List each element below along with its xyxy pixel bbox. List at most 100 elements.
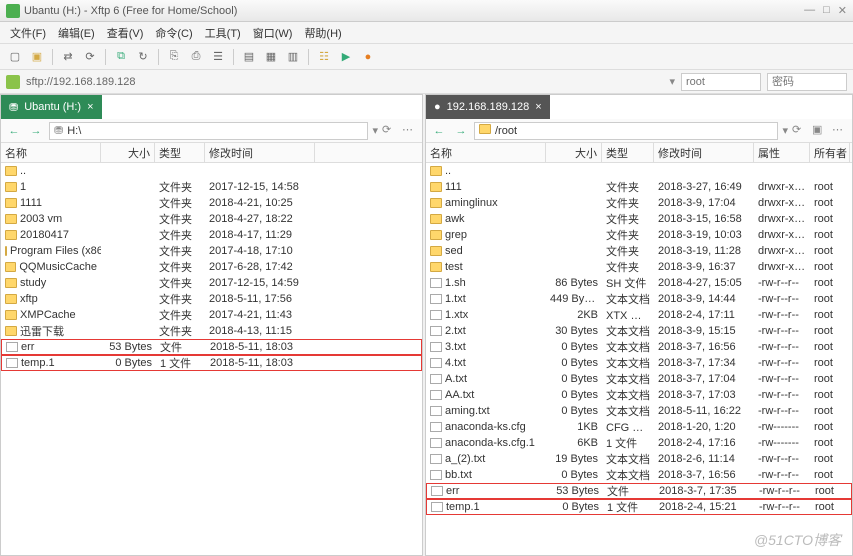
list-item[interactable]: QQMusicCache文件夹2017-6-28, 17:42 <box>1 259 422 275</box>
list-item[interactable]: 1文件夹2017-12-15, 14:58 <box>1 179 422 195</box>
list-item[interactable]: err53 Bytes文件2018-3-7, 17:35-rw-r--r--ro… <box>426 483 852 499</box>
list-item[interactable]: anaconda-ks.cfg.16KB1 文件2018-2-4, 17:16-… <box>426 435 852 451</box>
folder-icon <box>479 124 491 137</box>
list-item[interactable]: 1.sh86 BytesSH 文件2018-4-27, 15:05-rw-r--… <box>426 275 852 291</box>
run-icon[interactable]: ▶ <box>337 48 355 66</box>
list-item[interactable]: test文件夹2018-3-9, 16:37drwxr-xr-xroot <box>426 259 852 275</box>
list-item[interactable]: temp.10 Bytes1 文件2018-2-4, 15:21-rw-r--r… <box>426 499 852 515</box>
local-path-field[interactable]: ⛃ H:\ <box>49 122 368 140</box>
path-text: /root <box>495 125 517 137</box>
menu-window[interactable]: 窗口(W) <box>247 25 299 41</box>
view1-icon[interactable]: ▤ <box>240 48 258 66</box>
sync-icon[interactable]: ↻ <box>134 48 152 66</box>
menu-help[interactable]: 帮助(H) <box>298 25 347 41</box>
list-item[interactable]: 1.xtx2KBXTX 文件2018-2-4, 17:11-rw-r--r--r… <box>426 307 852 323</box>
remote-tab[interactable]: ● 192.168.189.128 × <box>426 95 550 119</box>
list-item[interactable]: sed文件夹2018-3-19, 11:28drwxr-xr-xroot <box>426 243 852 259</box>
col-type[interactable]: 类型 <box>155 143 205 162</box>
minimize-button[interactable]: — <box>804 4 815 17</box>
local-tab[interactable]: ⛃ Ubantu (H:) × <box>1 95 102 119</box>
list-item[interactable]: .. <box>426 163 852 179</box>
list-item[interactable]: A.txt0 Bytes文本文档2018-3-7, 17:04-rw-r--r-… <box>426 371 852 387</box>
close-tab-icon[interactable]: × <box>535 101 541 113</box>
local-columns: 名称 大小 类型 修改时间 <box>1 143 422 163</box>
new-icon[interactable]: ▢ <box>6 48 24 66</box>
remote-file-list[interactable]: ..111文件夹2018-3-27, 16:49drwxr-xr-xrootam… <box>426 163 852 555</box>
col-perm[interactable]: 属性 <box>754 143 810 162</box>
list-item[interactable]: .. <box>1 163 422 179</box>
list-item[interactable]: a_(2).txt19 Bytes文本文档2018-2-6, 11:14-rw-… <box>426 451 852 467</box>
list-item[interactable]: err53 Bytes文件2018-5-11, 18:03 <box>1 339 422 355</box>
col-owner[interactable]: 所有者 <box>810 143 850 162</box>
list-item[interactable]: xftp文件夹2018-5-11, 17:56 <box>1 291 422 307</box>
back-icon[interactable]: ← <box>5 122 23 140</box>
list-item[interactable]: 3.txt0 Bytes文本文档2018-3-7, 16:56-rw-r--r-… <box>426 339 852 355</box>
filter-icon[interactable]: ☷ <box>315 48 333 66</box>
menu-tool[interactable]: 工具(T) <box>199 25 247 41</box>
col-date[interactable]: 修改时间 <box>205 143 315 162</box>
list-item[interactable]: grep文件夹2018-3-19, 10:03drwxr-xr-xroot <box>426 227 852 243</box>
remote-pane: ● 192.168.189.128 × ← → /root ▾ ⟳ ▣ ⋯ 名称… <box>425 94 853 556</box>
list-item[interactable]: 4.txt0 Bytes文本文档2018-3-7, 17:34-rw-r--r-… <box>426 355 852 371</box>
dropdown-icon[interactable]: ▾ <box>372 124 378 137</box>
copy-icon[interactable]: ⎘ <box>165 48 183 66</box>
col-size[interactable]: 大小 <box>546 143 602 162</box>
separator <box>105 49 106 65</box>
remote-path-field[interactable]: /root <box>474 122 778 140</box>
list-item[interactable]: Program Files (x86)文件夹2017-4-18, 17:10 <box>1 243 422 259</box>
address-url[interactable]: sftp://192.168.189.128 <box>26 76 663 88</box>
col-name[interactable]: 名称 <box>426 143 546 162</box>
refresh-icon[interactable]: ⟳ <box>792 123 808 139</box>
list-item[interactable]: 2.txt30 Bytes文本文档2018-3-9, 15:15-rw-r--r… <box>426 323 852 339</box>
col-name[interactable]: 名称 <box>1 143 101 162</box>
list-item[interactable]: 20180417文件夹2018-4-17, 11:29 <box>1 227 422 243</box>
paste-icon[interactable]: ⎙ <box>187 48 205 66</box>
dropdown-icon[interactable]: ▾ <box>669 75 675 88</box>
watermark: @51CTO博客 <box>754 530 841 550</box>
view2-icon[interactable]: ▦ <box>262 48 280 66</box>
close-button[interactable]: ✕ <box>838 4 847 17</box>
list-item[interactable]: temp.10 Bytes1 文件2018-5-11, 18:03 <box>1 355 422 371</box>
menu-file[interactable]: 文件(F) <box>4 25 52 41</box>
user-field[interactable] <box>681 73 761 91</box>
list-item[interactable]: awk文件夹2018-3-15, 16:58drwxr-xr-xroot <box>426 211 852 227</box>
view3-icon[interactable]: ▥ <box>284 48 302 66</box>
list-item[interactable]: 111文件夹2018-3-27, 16:49drwxr-xr-xroot <box>426 179 852 195</box>
list-item[interactable]: study文件夹2017-12-15, 14:59 <box>1 275 422 291</box>
menu-view[interactable]: 查看(V) <box>101 25 150 41</box>
list-item[interactable]: 2003 vm文件夹2018-4-27, 18:22 <box>1 211 422 227</box>
open-icon[interactable]: ▣ <box>28 48 46 66</box>
local-file-list[interactable]: ..1文件夹2017-12-15, 14:581111文件夹2018-4-21,… <box>1 163 422 555</box>
col-date[interactable]: 修改时间 <box>654 143 754 162</box>
maximize-button[interactable]: □ <box>823 4 830 17</box>
reconnect-icon[interactable]: ⟳ <box>81 48 99 66</box>
props-icon[interactable]: ☰ <box>209 48 227 66</box>
col-size[interactable]: 大小 <box>101 143 155 162</box>
new-window-icon[interactable]: ⧉ <box>112 48 130 66</box>
separator <box>158 49 159 65</box>
list-item[interactable]: 1.txt449 Bytes文本文档2018-3-9, 14:44-rw-r--… <box>426 291 852 307</box>
list-item[interactable]: AA.txt0 Bytes文本文档2018-3-7, 17:03-rw-r--r… <box>426 387 852 403</box>
menu-cmd[interactable]: 命令(C) <box>149 25 198 41</box>
list-item[interactable]: bb.txt0 Bytes文本文档2018-3-7, 16:56-rw-r--r… <box>426 467 852 483</box>
back-icon[interactable]: ← <box>430 122 448 140</box>
list-item[interactable]: 1111文件夹2018-4-21, 10:25 <box>1 195 422 211</box>
new-folder-icon[interactable]: ▣ <box>812 123 828 139</box>
refresh-icon[interactable]: ⟳ <box>382 123 398 139</box>
menu-edit[interactable]: 编辑(E) <box>52 25 101 41</box>
list-item[interactable]: aminglinux文件夹2018-3-9, 17:04drwxr-xr-xro… <box>426 195 852 211</box>
dropdown-icon[interactable]: ▾ <box>782 124 788 137</box>
browse-icon[interactable]: ⋯ <box>832 123 848 139</box>
list-item[interactable]: aming.txt0 Bytes文本文档2018-5-11, 16:22-rw-… <box>426 403 852 419</box>
forward-icon[interactable]: → <box>452 122 470 140</box>
password-field[interactable] <box>767 73 847 91</box>
close-tab-icon[interactable]: × <box>87 101 93 113</box>
list-item[interactable]: anaconda-ks.cfg1KBCFG 文件2018-1-20, 1:20-… <box>426 419 852 435</box>
list-item[interactable]: 迅雷下载文件夹2018-4-13, 11:15 <box>1 323 422 339</box>
col-type[interactable]: 类型 <box>602 143 654 162</box>
link-icon[interactable]: ⇄ <box>59 48 77 66</box>
help-icon[interactable]: ● <box>359 48 377 66</box>
list-item[interactable]: XMPCache文件夹2017-4-21, 11:43 <box>1 307 422 323</box>
browse-icon[interactable]: ⋯ <box>402 123 418 139</box>
forward-icon[interactable]: → <box>27 122 45 140</box>
